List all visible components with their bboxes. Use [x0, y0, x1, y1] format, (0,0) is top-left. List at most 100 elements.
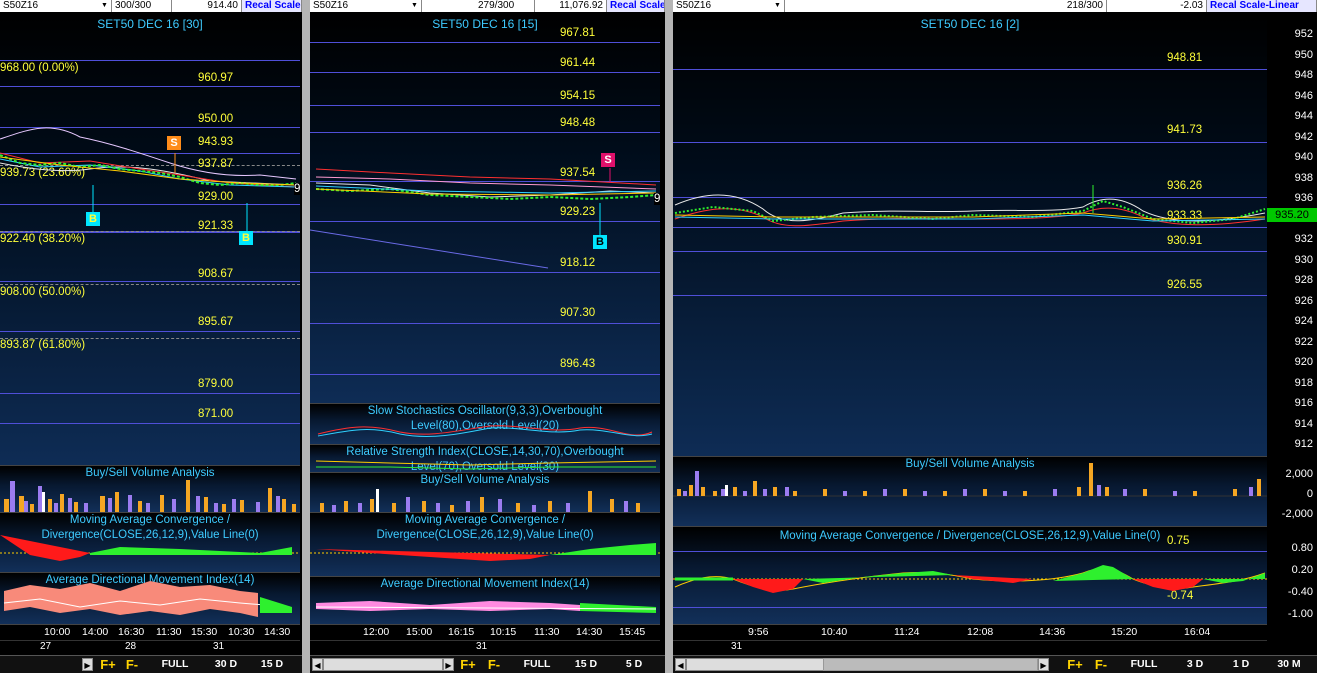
macd-panel[interactable]: Moving Average Convergence / Divergence(… [673, 526, 1267, 625]
zoom-in-button[interactable]: F+ [458, 657, 478, 672]
recal-scale-button[interactable]: Recal Scale-Linear [1207, 0, 1317, 12]
scroll-left-icon[interactable]: ◀ [675, 658, 686, 671]
symbol-text: S50Z16 [676, 0, 712, 11]
time-axis: 9:56 10:40 11:24 12:08 14:36 15:20 16:04 [673, 624, 1267, 640]
price-tick: 914 [1294, 418, 1313, 430]
adx-panel[interactable]: Average Directional Movement Index(14) [0, 572, 300, 625]
range-button-30d[interactable]: 30 D [208, 657, 244, 672]
scroll-left-icon[interactable]: ◀ [312, 658, 323, 671]
candlestick-series [310, 168, 657, 269]
price-cut-label: 9 [294, 183, 300, 195]
sell-signal-marker[interactable]: S [167, 136, 181, 150]
range-button-1d[interactable]: 1 D [1225, 657, 1257, 672]
time-tick: 11:24 [894, 626, 920, 638]
price-tick: 922 [1294, 336, 1313, 348]
price-tick: 918 [1294, 377, 1313, 389]
time-tick: 10:30 [228, 626, 255, 638]
chart-pane-1[interactable]: S50Z16 ▼ 300/300 914.40 Recal Scale SET5… [0, 0, 302, 673]
price-tick: 946 [1294, 90, 1313, 102]
buy-signal-marker[interactable]: B [593, 235, 607, 249]
macd-panel[interactable]: Moving Average Convergence / Divergence(… [0, 512, 300, 573]
zoom-in-button[interactable]: F+ [98, 657, 118, 672]
price-tick: 924 [1294, 315, 1313, 327]
price-cut-label: 9 [654, 193, 660, 205]
macd-scale[interactable]: 0.80 0.20 -0.40 -1.00 [1267, 526, 1317, 624]
volume-bars [673, 463, 1267, 497]
chart-pane-3[interactable]: S50Z16 ▼ 218/300 -2.03 Recal Scale-Linea… [673, 0, 1317, 673]
volume-panel[interactable]: Buy/Sell Volume Analysis [673, 456, 1267, 527]
range-button-3d[interactable]: 3 D [1179, 657, 1211, 672]
full-range-button[interactable]: FULL [1125, 657, 1163, 672]
adx-panel[interactable]: Average Directional Movement Index(14) [310, 576, 660, 625]
time-tick: 11:30 [534, 626, 560, 638]
chevron-down-icon[interactable]: ▼ [100, 1, 109, 10]
symbol-text: S50Z16 [3, 0, 39, 11]
pane-1-header: S50Z16 ▼ 300/300 914.40 Recal Scale [0, 0, 302, 12]
price-tick: 920 [1294, 356, 1313, 368]
rsi-panel[interactable]: Relative Strength Index(CLOSE,14,30,70),… [310, 444, 660, 473]
price-scale[interactable]: 952 950 948 946 944 942 940 938 936 934 … [1267, 13, 1317, 456]
recal-scale-button[interactable]: Recal Scale [607, 0, 665, 12]
zoom-out-button[interactable]: F- [484, 657, 504, 672]
symbol-field[interactable]: S50Z16 [673, 0, 785, 12]
price-chart[interactable]: SET50 DEC 16 [30] 968.00 (0.00%) 939.73 … [0, 13, 300, 465]
volume-tick: 0 [1306, 488, 1313, 500]
price-tick: 936 [1294, 192, 1313, 204]
date-tick: 31 [476, 641, 488, 652]
price-readout: -2.03 [1107, 0, 1207, 12]
macd-histogram [310, 543, 660, 561]
stochastic-lines [317, 425, 653, 437]
time-scrollbar[interactable] [323, 658, 443, 671]
scrollbar-thumb[interactable] [823, 658, 1038, 671]
zoom-out-button[interactable]: F- [122, 657, 142, 672]
date-tick: 31 [731, 641, 743, 652]
price-tick: 938 [1294, 172, 1313, 184]
bar-count: 300/300 [112, 0, 172, 12]
adx-area [315, 601, 657, 613]
pane-3-header: S50Z16 ▼ 218/300 -2.03 Recal Scale-Linea… [673, 0, 1317, 12]
pane-divider[interactable] [302, 0, 310, 673]
symbol-field[interactable]: S50Z16 [0, 0, 112, 12]
time-tick: 14:30 [264, 626, 291, 638]
volume-bars [4, 480, 296, 513]
time-tick: 14:30 [576, 626, 603, 638]
price-readout: 11,076.92 [535, 0, 607, 12]
price-chart[interactable]: SET50 DEC 16 [2] 948.81 941.73 936.26 93… [673, 13, 1267, 456]
buy-signal-marker[interactable]: B [239, 231, 253, 245]
time-tick: 15:30 [191, 626, 218, 638]
chevron-down-icon[interactable]: ▼ [410, 1, 419, 10]
full-range-button[interactable]: FULL [518, 657, 556, 672]
volume-panel[interactable]: Buy/Sell Volume Analysis [310, 472, 660, 513]
time-tick: 10:15 [490, 626, 517, 638]
stochastic-panel[interactable]: Slow Stochastics Oscillator(9,3,3),Overb… [310, 403, 660, 444]
time-axis: 12:00 15:00 16:15 10:15 11:30 14:30 15:4… [310, 624, 660, 640]
scroll-right-icon[interactable]: ▶ [443, 658, 454, 671]
volume-scale[interactable]: 2,000 0 -2,000 [1267, 456, 1317, 526]
volume-panel[interactable]: Buy/Sell Volume Analysis [0, 465, 300, 513]
sell-signal-marker[interactable]: S [601, 153, 615, 167]
range-button-5d[interactable]: 5 D [616, 657, 652, 672]
chevron-down-icon[interactable]: ▼ [773, 1, 782, 10]
rsi-line [315, 460, 657, 470]
full-range-button[interactable]: FULL [156, 657, 194, 672]
range-button-15d[interactable]: 15 D [254, 657, 290, 672]
chart-pane-2[interactable]: S50Z16 ▼ 279/300 11,076.92 Recal Scale S… [310, 0, 665, 673]
date-tick: 28 [125, 641, 137, 652]
volume-tick: -2,000 [1281, 508, 1313, 520]
price-chart[interactable]: SET50 DEC 16 [15] 967.81 961.44 954.15 9… [310, 13, 660, 403]
macd-tick: -1.00 [1287, 608, 1313, 620]
adx-area [3, 581, 292, 617]
scroll-right-icon[interactable]: ▶ [1038, 658, 1049, 671]
zoom-out-button[interactable]: F- [1091, 657, 1111, 672]
buy-signal-marker[interactable]: B [86, 212, 100, 226]
zoom-in-button[interactable]: F+ [1065, 657, 1085, 672]
range-button-15d[interactable]: 15 D [568, 657, 604, 672]
range-button-30m[interactable]: 30 M [1269, 657, 1309, 672]
scroll-right-icon[interactable]: ▶ [82, 658, 93, 671]
symbol-field[interactable]: S50Z16 [310, 0, 422, 12]
pane-divider[interactable] [665, 0, 673, 673]
bar-count: 279/300 [475, 0, 535, 12]
recal-scale-button[interactable]: Recal Scale [242, 0, 302, 12]
time-tick: 16:15 [448, 626, 475, 638]
macd-panel[interactable]: Moving Average Convergence / Divergence(… [310, 512, 660, 577]
